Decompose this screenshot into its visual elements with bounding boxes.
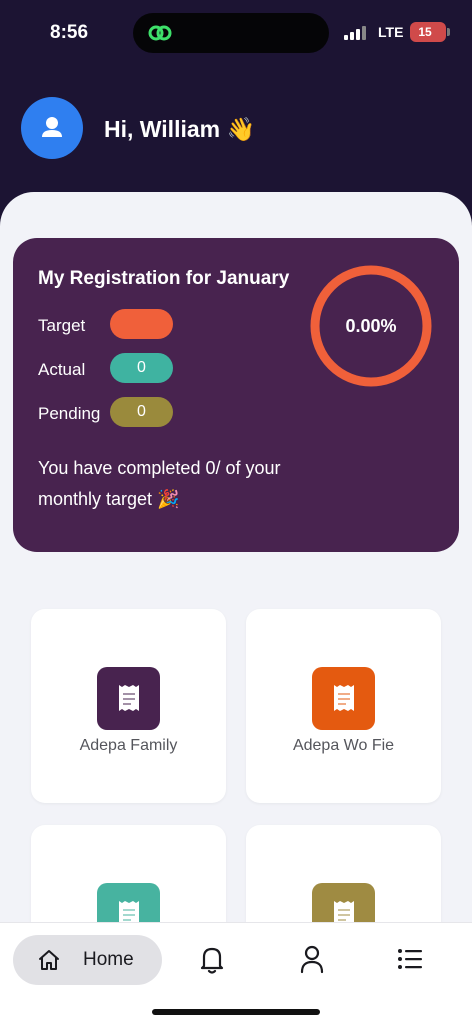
dynamic-island xyxy=(133,13,329,53)
greeting: Hi, William 👋 xyxy=(104,116,256,142)
tile-adepa-family[interactable]: Adepa Family xyxy=(31,609,226,803)
target-pill xyxy=(110,309,173,339)
registration-message: You have completed 0/ of your monthly ta… xyxy=(38,458,281,509)
battery-icon: 15 xyxy=(410,22,446,42)
bell-icon[interactable] xyxy=(198,943,226,975)
status-time: 8:56 xyxy=(50,22,89,43)
tile-label: Adepa Family xyxy=(79,737,178,754)
receipt-icon xyxy=(334,685,354,711)
actual-label: Actual xyxy=(38,360,86,379)
user-icon xyxy=(42,117,62,137)
home-indicator xyxy=(152,1009,320,1015)
tile-adepa-wo-fie[interactable]: Adepa Wo Fie xyxy=(246,609,441,803)
registration-card: My Registration for January Target Actua… xyxy=(13,238,459,552)
battery-cap xyxy=(447,28,450,36)
battery-level: 15 xyxy=(418,25,432,39)
progress-percentage: 0.00% xyxy=(345,316,397,336)
pending-pill: 0 xyxy=(110,397,173,427)
tile-label: Adepa Wo Fie xyxy=(292,737,395,754)
link-icon xyxy=(148,25,172,41)
registration-title: My Registration for January xyxy=(38,268,290,289)
tile-icon-box xyxy=(97,667,160,730)
avatar[interactable] xyxy=(21,97,83,159)
home-icon xyxy=(39,950,59,970)
pending-label: Pending xyxy=(38,404,101,423)
network-type: LTE xyxy=(378,24,404,40)
bottom-nav: Home xyxy=(0,922,472,1024)
actual-pill: 0 xyxy=(110,353,173,383)
nav-home-label: Home xyxy=(83,949,134,970)
tile-icon-box xyxy=(312,667,375,730)
nav-home-button[interactable]: Home xyxy=(13,935,162,985)
profile-icon[interactable] xyxy=(298,943,326,975)
target-label: Target xyxy=(38,316,86,335)
list-icon[interactable] xyxy=(396,943,424,975)
signal-icon xyxy=(344,26,366,40)
receipt-icon xyxy=(119,685,139,711)
